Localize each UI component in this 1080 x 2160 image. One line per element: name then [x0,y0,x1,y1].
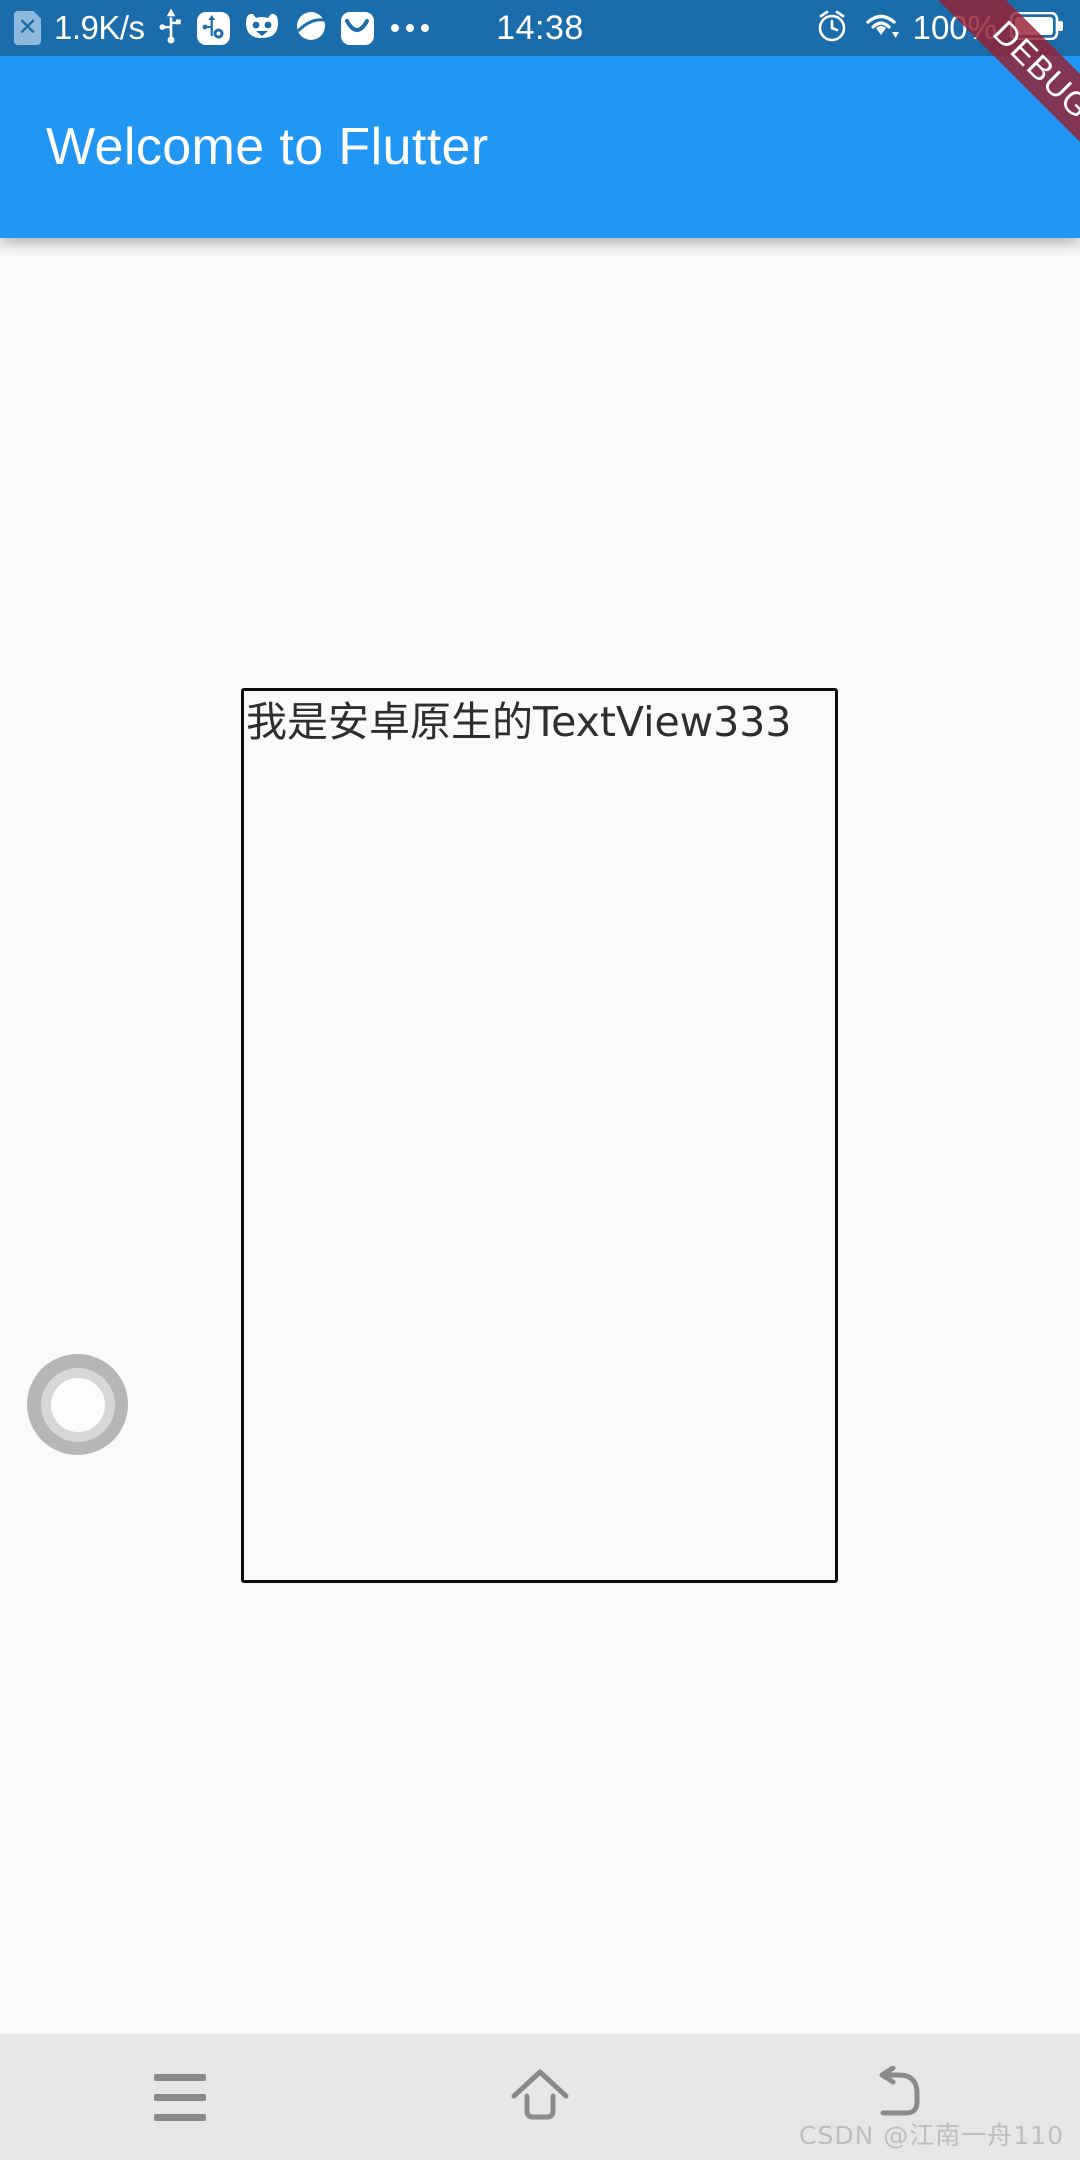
native-textview-label: 我是安卓原生的TextView333 [246,698,792,746]
home-icon [509,2066,571,2129]
clock-label: 14:38 [496,8,584,47]
app-bar: Welcome to Flutter [0,56,1080,238]
menu-icon [154,2073,206,2121]
usb-debugging-icon [196,11,230,45]
assistive-touch-ring-inner [50,1377,105,1432]
status-bar-left-group: ✕ 1.9K/s [0,8,433,49]
home-button[interactable] [360,2034,720,2160]
android-screen: ✕ 1.9K/s 14:38 100% DEBUG Welcome to Flu… [0,0,1080,2160]
assistive-touch-ring-mid [40,1367,115,1442]
sim-card-error-icon: ✕ [14,11,41,45]
planet-browser-icon [294,9,328,48]
cat-face-app-icon [243,11,281,46]
network-speed-label: 1.9K/s [54,9,145,46]
alarm-clock-icon [815,9,849,48]
wifi-icon [862,11,900,46]
battery-icon [1009,11,1064,45]
status-bar-right-group: 100% [815,9,1080,48]
battery-percent-label: 100% [912,9,997,46]
android-native-textview-container[interactable]: 我是安卓原生的TextView333 [241,688,838,1583]
main-content: 我是安卓原生的TextView333 [0,238,1080,2034]
assistive-touch-ball[interactable] [27,1354,128,1455]
more-dots-icon [387,24,433,32]
page-title: Welcome to Flutter [46,118,489,176]
watermark-label: CSDN @江南一舟110 [799,2121,1064,2150]
recents-button[interactable] [0,2034,360,2160]
status-bar: ✕ 1.9K/s 14:38 100% [0,0,1080,56]
smile-app-icon [340,11,374,45]
usb-icon [158,8,184,49]
